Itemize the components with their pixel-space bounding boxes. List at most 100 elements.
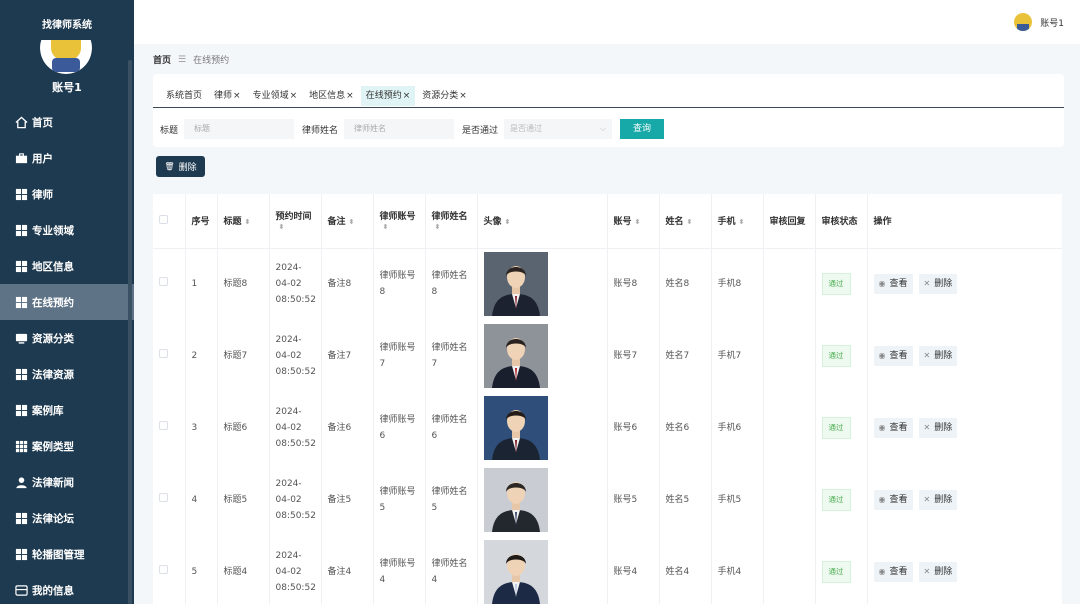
delete-button[interactable]: ✕ 删除 bbox=[918, 346, 958, 366]
tab-1[interactable]: 律师× bbox=[209, 86, 246, 106]
lawyer-photo[interactable] bbox=[483, 468, 548, 532]
view-button[interactable]: ◉ 查看 bbox=[873, 274, 913, 295]
lawyer-photo[interactable] bbox=[483, 252, 548, 317]
table-row[interactable]: 5 标题4 2024-04-02 08:50:52 备注4 律师账号4 律师姓名4 账号4 姓… bbox=[153, 536, 1062, 604]
cell-time: 2024-04-02 08:50:52 bbox=[269, 248, 322, 320]
breadcrumb-home[interactable]: 首页 bbox=[153, 53, 171, 66]
column-header[interactable]: 账号 ⬍ bbox=[607, 194, 660, 249]
delete-button[interactable]: ✕ 删除 bbox=[918, 562, 958, 582]
cell-no: 1 bbox=[185, 248, 218, 320]
bulk-delete-button[interactable]: 🗑 删除 bbox=[156, 156, 205, 177]
view-button[interactable]: ◉ 查看 bbox=[873, 418, 913, 438]
title-input[interactable]: 标题 bbox=[184, 119, 295, 139]
sort-icon[interactable]: ⬍ bbox=[349, 218, 355, 226]
delete-button[interactable]: ✕ 删除 bbox=[918, 418, 958, 438]
cell-status: 通过 bbox=[815, 392, 868, 464]
sidebar: 找律师系统 账号1 首页 用户 律师 专业领域 地区信息 在线预约 资源分类 法律资源 案例库案… bbox=[0, 0, 134, 604]
tab-3[interactable]: 地区信息× bbox=[304, 86, 359, 106]
row-checkbox-cell bbox=[153, 320, 186, 392]
sort-icon[interactable]: ⬍ bbox=[505, 218, 511, 226]
sidebar-item-9[interactable]: 案例类型 bbox=[0, 428, 134, 464]
sort-icon[interactable]: ⬍ bbox=[383, 223, 389, 231]
table-row[interactable]: 3 标题6 2024-04-02 08:50:52 备注6 律师账号6 律师姓名6 账号6 姓… bbox=[153, 392, 1062, 464]
cell-phone: 手机6 bbox=[711, 392, 764, 464]
cell-note: 备注7 bbox=[321, 320, 374, 392]
select-all-checkbox[interactable] bbox=[159, 214, 168, 224]
avatar[interactable] bbox=[40, 40, 92, 74]
row-checkbox[interactable] bbox=[159, 421, 168, 430]
close-icon[interactable]: × bbox=[459, 91, 467, 101]
row-checkbox[interactable] bbox=[159, 349, 168, 358]
table-row[interactable]: 2 标题7 2024-04-02 08:50:52 备注7 律师账号7 律师姓名7 账号7 姓… bbox=[153, 320, 1062, 392]
tab-0[interactable]: 系统首页 bbox=[161, 86, 207, 106]
delete-button[interactable]: ✕ 删除 bbox=[918, 490, 958, 510]
query-button[interactable]: 查询 bbox=[620, 119, 665, 139]
column-header[interactable]: 预约时间⬍ bbox=[269, 194, 322, 249]
view-button[interactable]: ◉ 查看 bbox=[873, 490, 913, 510]
cell-phone: 手机5 bbox=[711, 464, 764, 536]
passed-select[interactable]: 是否通过 ⌵ bbox=[504, 119, 613, 139]
delete-button[interactable]: ✕ 删除 bbox=[918, 274, 958, 295]
row-checkbox[interactable] bbox=[159, 493, 168, 502]
column-header[interactable]: 手机 ⬍ bbox=[711, 194, 764, 249]
cell-text: 律师账号8 bbox=[379, 271, 416, 298]
sidebar-item-1[interactable]: 用户 bbox=[0, 140, 134, 176]
close-icon[interactable]: × bbox=[233, 91, 241, 101]
row-checkbox[interactable] bbox=[159, 277, 168, 287]
cell-title: 标题4 bbox=[217, 536, 270, 604]
table-row[interactable]: 4 标题5 2024-04-02 08:50:52 备注5 律师账号5 律师姓名5 账号5 姓… bbox=[153, 464, 1062, 536]
sidebar-item-12[interactable]: 轮播图管理 bbox=[0, 536, 134, 572]
sidebar-item-8[interactable]: 案例库 bbox=[0, 392, 134, 428]
sidebar-item-10[interactable]: 法律新闻 bbox=[0, 464, 134, 500]
close-icon[interactable]: × bbox=[290, 91, 298, 101]
sort-icon[interactable]: ⬍ bbox=[435, 223, 441, 231]
cell-account: 账号6 bbox=[607, 392, 660, 464]
sidebar-item-5[interactable]: 在线预约 bbox=[0, 284, 134, 320]
sort-icon[interactable]: ⬍ bbox=[687, 218, 693, 226]
cell-reply bbox=[763, 320, 816, 392]
sidebar-item-7[interactable]: 法律资源 bbox=[0, 356, 134, 392]
column-header[interactable]: 头像 ⬍ bbox=[477, 194, 608, 249]
close-icon[interactable]: × bbox=[403, 91, 411, 101]
sort-icon[interactable]: ⬍ bbox=[739, 218, 745, 226]
column-header[interactable]: 姓名 ⬍ bbox=[659, 194, 712, 249]
column-header[interactable]: 律师账号⬍ bbox=[373, 194, 426, 249]
sidebar-item-4[interactable]: 地区信息 bbox=[0, 248, 134, 284]
sidebar-item-3[interactable]: 专业领域 bbox=[0, 212, 134, 248]
lawyer-photo[interactable] bbox=[483, 540, 548, 604]
column-header[interactable]: 律师姓名⬍ bbox=[425, 194, 478, 249]
lawyer-name-input[interactable]: 律师姓名 bbox=[344, 119, 455, 139]
column-header[interactable]: 标题 ⬍ bbox=[217, 194, 270, 249]
view-label: 查看 bbox=[889, 279, 908, 290]
tab-4[interactable]: 在线预约× bbox=[360, 86, 416, 106]
grid-icon bbox=[14, 223, 28, 237]
cell-text: 备注4 bbox=[327, 567, 352, 577]
lawyer-photo[interactable] bbox=[483, 324, 548, 388]
column-header[interactable]: 备注 ⬍ bbox=[321, 194, 374, 249]
cell-no: 5 bbox=[185, 536, 218, 604]
table-row[interactable]: 1 标题8 2024-04-02 08:50:52 备注8 律师账号8 律师姓名8 账号8 姓… bbox=[153, 248, 1062, 320]
header-avatar[interactable] bbox=[1014, 13, 1033, 31]
lawyer-photo[interactable] bbox=[483, 396, 548, 460]
view-button[interactable]: ◉ 查看 bbox=[873, 562, 913, 582]
close-icon[interactable]: × bbox=[346, 91, 354, 101]
cell-text: 账号4 bbox=[613, 567, 638, 577]
sidebar-item-2[interactable]: 律师 bbox=[0, 176, 134, 212]
sidebar-item-6[interactable]: 资源分类 bbox=[0, 320, 134, 356]
status-badge: 通过 bbox=[821, 273, 851, 296]
sidebar-item-0[interactable]: 首页 bbox=[0, 104, 134, 140]
view-button[interactable]: ◉ 查看 bbox=[873, 346, 913, 366]
sidebar-item-11[interactable]: 法律论坛 bbox=[0, 500, 134, 536]
cell-text: 律师姓名4 bbox=[431, 559, 468, 585]
tab-5[interactable]: 资源分类× bbox=[417, 86, 472, 106]
cell-text: 标题5 bbox=[223, 495, 248, 505]
tab-2[interactable]: 专业领域× bbox=[248, 86, 303, 106]
sidebar-scrollbar[interactable] bbox=[128, 60, 132, 604]
grid-icon bbox=[14, 367, 28, 381]
sort-icon[interactable]: ⬍ bbox=[635, 218, 641, 226]
row-checkbox[interactable] bbox=[159, 565, 168, 574]
sort-icon[interactable]: ⬍ bbox=[279, 223, 285, 231]
header-user[interactable]: 账号1 bbox=[1014, 13, 1064, 31]
sidebar-item-13[interactable]: 我的信息 bbox=[0, 572, 134, 604]
sort-icon[interactable]: ⬍ bbox=[245, 218, 251, 226]
